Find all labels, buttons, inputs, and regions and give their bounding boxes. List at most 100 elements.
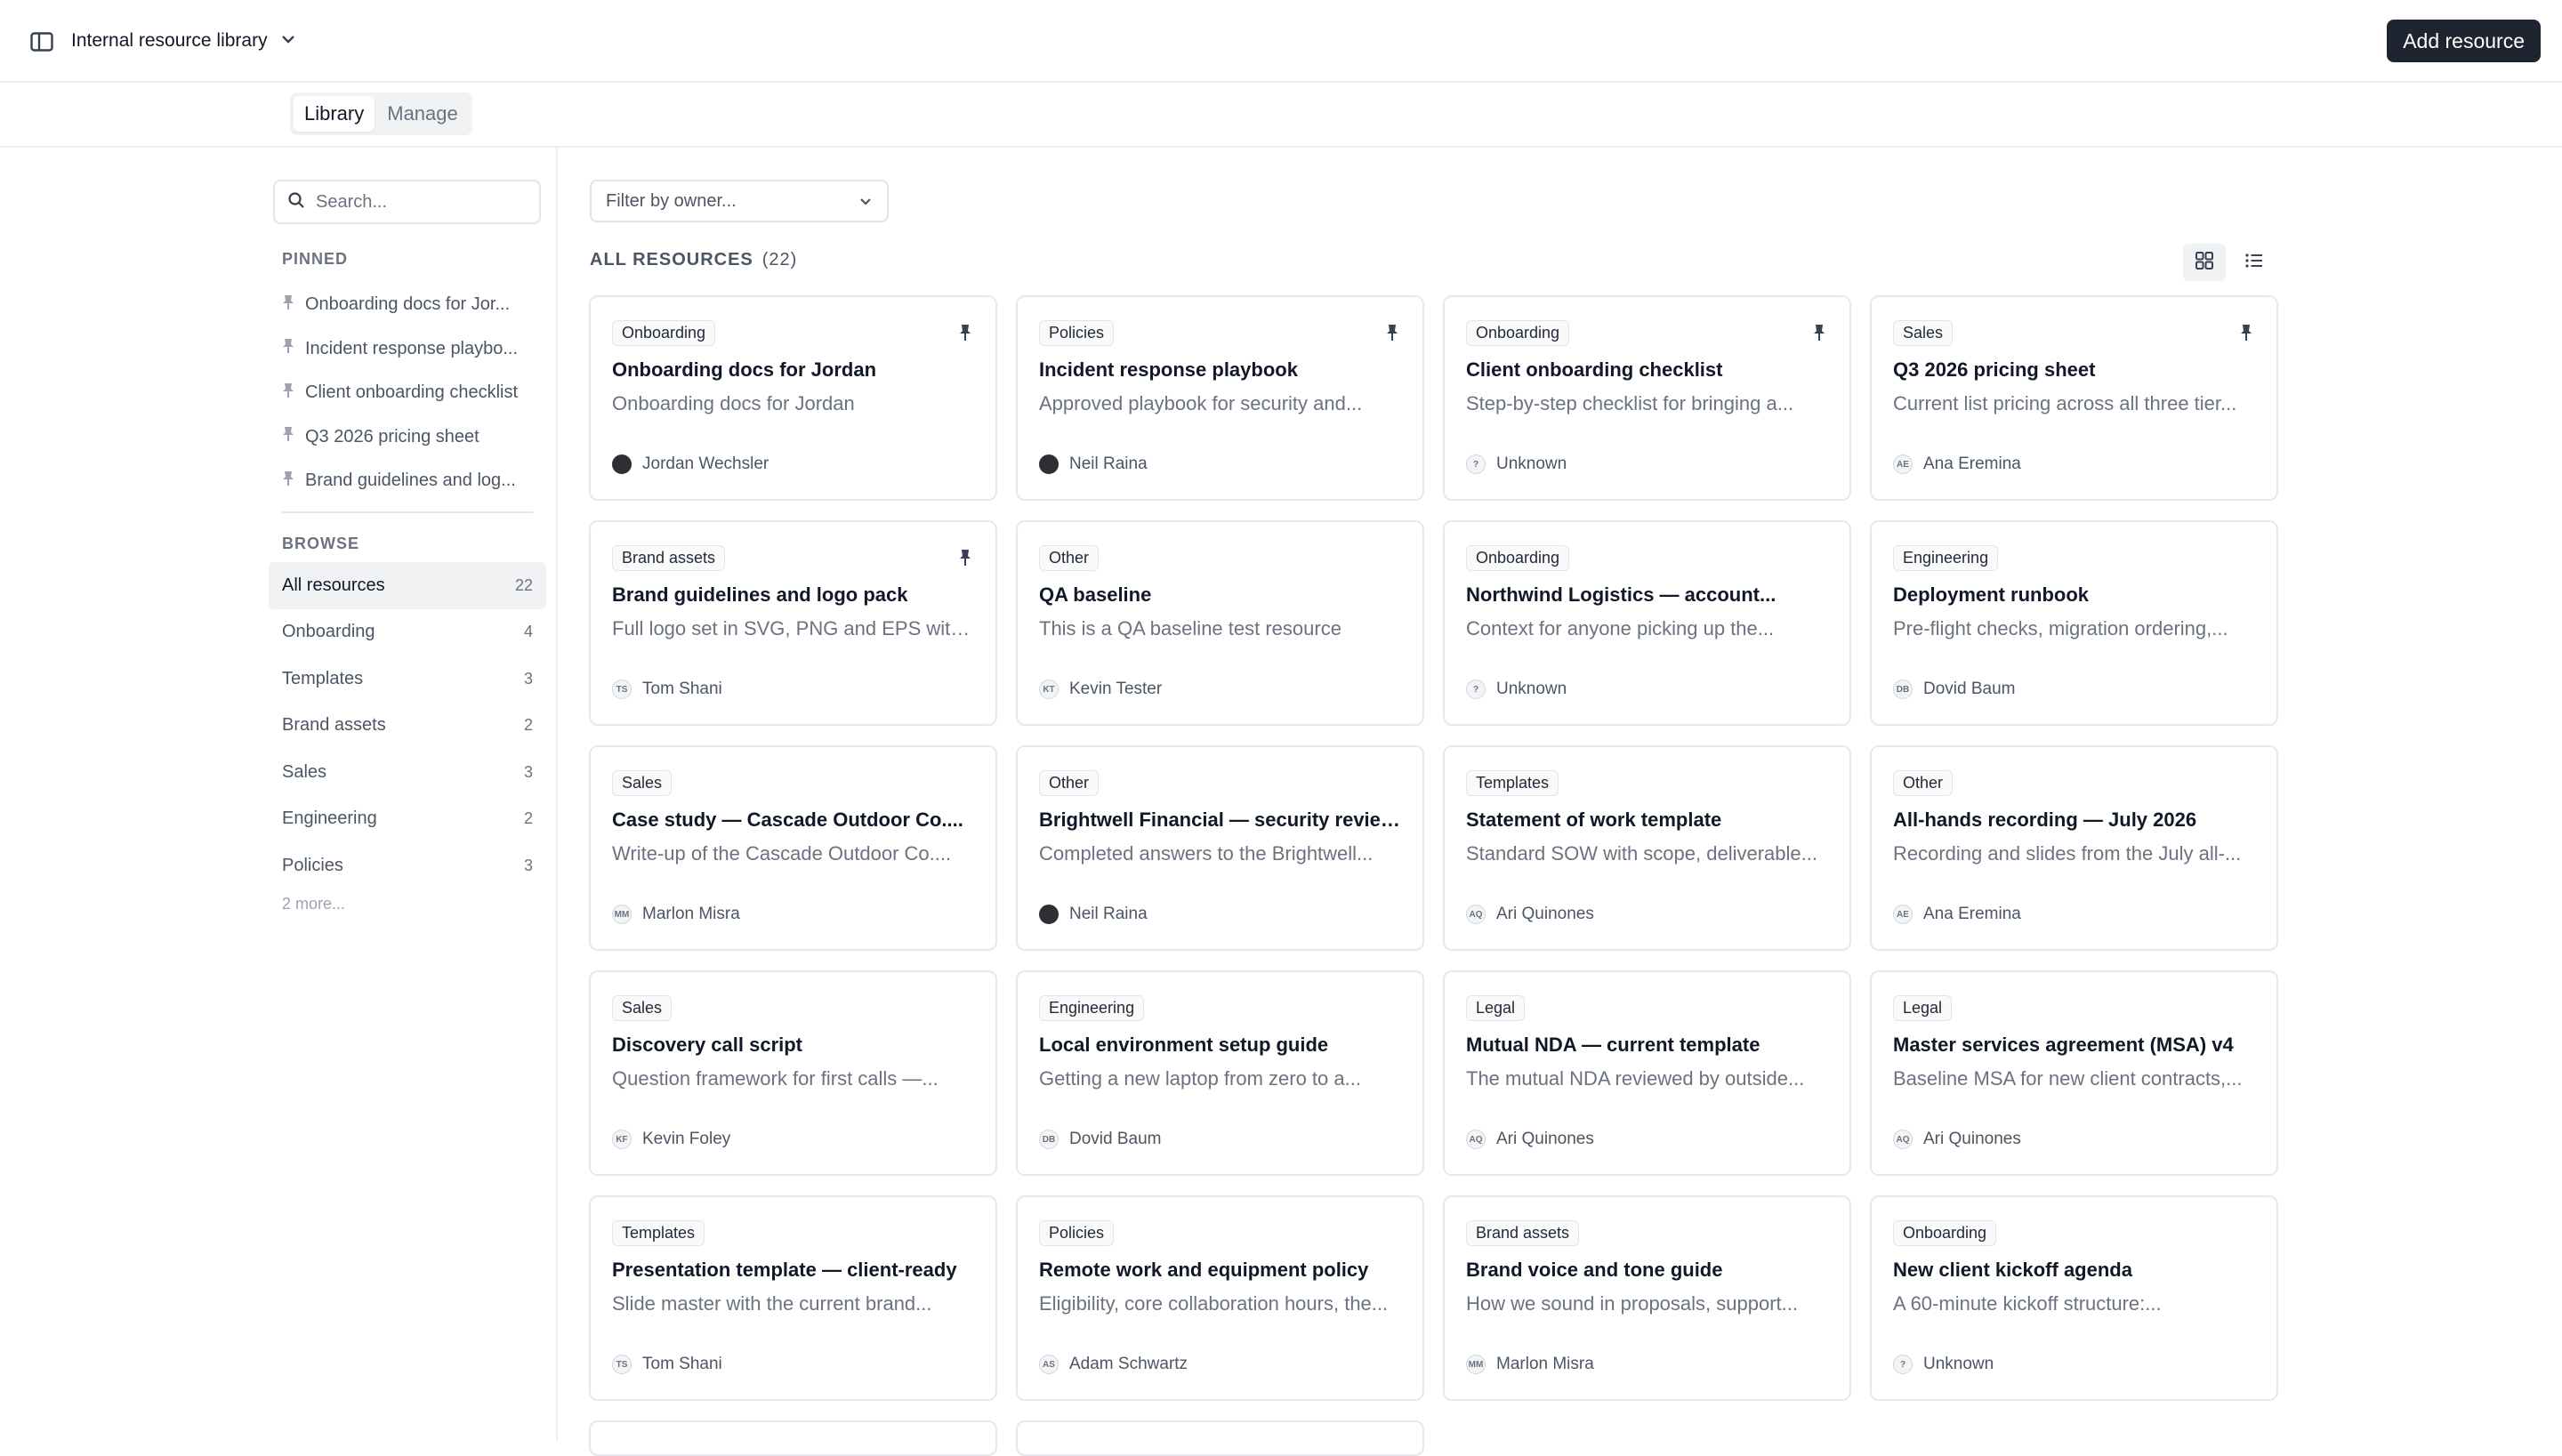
- list-icon: [2244, 252, 2264, 274]
- browse-item-count: 3: [523, 762, 533, 781]
- pin-icon[interactable]: [958, 324, 972, 346]
- card-description: Approved playbook for security and...: [1039, 392, 1363, 414]
- resource-card[interactable]: Other All-hands recording — July 2026 Reco…: [1870, 745, 2278, 951]
- resource-card[interactable]: Sales Case study — Cascade Outdoor Co....…: [589, 745, 997, 951]
- resource-card[interactable]: Onboarding Onboarding docs for Jordan Onbo…: [589, 295, 997, 501]
- pinned-item-label: Q3 2026 pricing sheet: [305, 426, 479, 446]
- card-description: Recording and slides from the July all-.…: [1893, 842, 2242, 865]
- card-description: Baseline MSA for new client contracts,..…: [1893, 1067, 2243, 1090]
- card-description: Context for anyone picking up the...: [1466, 617, 1775, 640]
- pin-icon[interactable]: [958, 549, 972, 571]
- avatar: MM: [1466, 1355, 1486, 1374]
- workspace-switcher[interactable]: Internal resource library: [71, 25, 296, 57]
- resource-card[interactable]: Brand assets Brand voice and tone guide Ho…: [1443, 1195, 1851, 1401]
- avatar: AE: [1893, 454, 1913, 474]
- resource-card[interactable]: Onboarding New client kickoff agenda A 60-…: [1870, 1195, 2278, 1401]
- card-description: This is a QA baseline test resource: [1039, 617, 1341, 640]
- resource-card[interactable]: Brand assets Brand guidelines and logo pa…: [589, 520, 997, 726]
- owner-filter-select[interactable]: Filter by owner...: [590, 180, 889, 222]
- resource-card[interactable]: Engineering Local environment setup guide…: [1016, 970, 1424, 1176]
- more-categories-link[interactable]: 2 more...: [282, 895, 345, 913]
- resource-card[interactable]: Legal Master services agreement (MSA) v4 B…: [1870, 970, 2278, 1176]
- owner-name: Kevin Foley: [642, 1130, 731, 1148]
- browse-item-onboarding[interactable]: Onboarding 4: [269, 609, 546, 656]
- tab-library[interactable]: Library: [294, 96, 375, 132]
- card-description: Completed answers to the Brightwell...: [1039, 842, 1374, 865]
- pinned-item[interactable]: Client onboarding checklist: [282, 371, 540, 415]
- pinned-item[interactable]: Incident response playbo...: [282, 327, 540, 372]
- card-owner: KF Kevin Foley: [612, 1130, 730, 1149]
- category-badge: Other: [1039, 770, 1100, 796]
- owner-name: Kevin Tester: [1069, 680, 1163, 698]
- search-icon: [287, 191, 305, 213]
- category-badge: Policies: [1039, 1220, 1115, 1246]
- owner-name: Ari Quinones: [1496, 1130, 1594, 1148]
- browse-item-label: Onboarding: [282, 622, 375, 642]
- card-title: Client onboarding checklist: [1466, 358, 1723, 381]
- search-box[interactable]: [273, 180, 541, 224]
- card-title: Case study — Cascade Outdoor Co....: [612, 808, 963, 831]
- pin-icon[interactable]: [1812, 324, 1826, 346]
- category-badge: Brand assets: [612, 545, 726, 571]
- resource-card[interactable]: Policies Incident response playbook Approv…: [1016, 295, 1424, 501]
- browse-item-policies[interactable]: Policies 3: [269, 842, 546, 889]
- browse-item-label: All resources: [282, 575, 385, 595]
- resource-card[interactable]: Engineering Deployment runbook Pre-flight …: [1870, 520, 2278, 726]
- category-badge: Policies: [1039, 320, 1115, 346]
- avatar: KF: [612, 1130, 632, 1149]
- resource-card[interactable]: Legal Mutual NDA — current template The mu…: [1443, 970, 1851, 1176]
- avatar: KT: [1039, 680, 1059, 699]
- pinned-item[interactable]: Brand guidelines and log...: [282, 459, 540, 503]
- owner-name: Ana Eremina: [1923, 454, 2021, 473]
- top-bar: Internal resource library Add resource: [0, 0, 2562, 83]
- add-resource-button[interactable]: Add resource: [2387, 20, 2541, 62]
- browse-heading: BROWSE: [282, 535, 359, 552]
- left-panel: PINNED Onboarding docs for Jor... Incide…: [0, 148, 558, 1441]
- card-description: Step-by-step checklist for bringing a...: [1466, 392, 1794, 414]
- owner-name: Dovid Baum: [1923, 680, 2016, 698]
- card-owner: ? Unknown: [1893, 1355, 1994, 1374]
- pinned-item[interactable]: Onboarding docs for Jor...: [282, 283, 540, 327]
- pin-icon[interactable]: [2239, 324, 2253, 346]
- browse-item-engineering[interactable]: Engineering 2: [269, 796, 546, 843]
- resource-card[interactable]: Templates Presentation template — client-…: [589, 1195, 997, 1401]
- resource-card[interactable]: Onboarding Northwind Logistics — account.…: [1443, 520, 1851, 726]
- card-title: Q3 2026 pricing sheet: [1893, 358, 2096, 381]
- pin-icon[interactable]: [1385, 324, 1399, 346]
- pinned-item[interactable]: Q3 2026 pricing sheet: [282, 415, 540, 460]
- browse-item-templates[interactable]: Templates 3: [269, 656, 546, 703]
- resource-card[interactable]: Sales Discovery call script Question frame…: [589, 970, 997, 1176]
- section-heading: ALL RESOURCES (22): [590, 250, 797, 270]
- card-description: Standard SOW with scope, deliverable...: [1466, 842, 1817, 865]
- card-title: Incident response playbook: [1039, 358, 1298, 381]
- card-title: Presentation template — client-ready: [612, 1259, 957, 1281]
- search-input[interactable]: [316, 191, 520, 213]
- owner-name: Jordan Wechsler: [642, 454, 769, 473]
- browse-item-brand-assets[interactable]: Brand assets 2: [269, 703, 546, 750]
- browse-item-all-resources[interactable]: All resources 22: [269, 562, 546, 609]
- card-title: Onboarding docs for Jordan: [612, 358, 877, 381]
- section-count: (22): [761, 250, 798, 269]
- tab-manage[interactable]: Manage: [376, 96, 469, 132]
- resource-card[interactable]: Templates Statement of work template Stand…: [1443, 745, 1851, 951]
- category-badge: Brand assets: [1466, 1220, 1580, 1246]
- category-badge: Engineering: [1039, 995, 1145, 1021]
- owner-name: Ari Quinones: [1923, 1130, 2021, 1148]
- card-title: Discovery call script: [612, 1034, 803, 1056]
- resource-card[interactable]: [589, 1420, 997, 1456]
- resource-card[interactable]: Sales Q3 2026 pricing sheet Current list p…: [1870, 295, 2278, 501]
- resource-card[interactable]: Other QA baseline This is a QA baseline te…: [1016, 520, 1424, 726]
- resource-card[interactable]: Onboarding Client onboarding checklist Ste…: [1443, 295, 1851, 501]
- grid-view-button[interactable]: [2183, 244, 2226, 281]
- view-toggle: [2183, 244, 2276, 281]
- card-owner: MM Marlon Misra: [1466, 1355, 1594, 1374]
- card-owner: AE Ana Eremina: [1893, 905, 2021, 924]
- browse-item-sales[interactable]: Sales 3: [269, 749, 546, 796]
- sidebar-toggle-icon[interactable]: [27, 27, 57, 57]
- pinned-list: Onboarding docs for Jor... Incident resp…: [282, 283, 540, 503]
- list-view-button[interactable]: [2233, 244, 2276, 281]
- resource-card[interactable]: Other Brightwell Financial — security rev…: [1016, 745, 1424, 951]
- avatar: MM: [612, 905, 632, 924]
- resource-card[interactable]: [1016, 1420, 1424, 1456]
- resource-card[interactable]: Policies Remote work and equipment policy…: [1016, 1195, 1424, 1401]
